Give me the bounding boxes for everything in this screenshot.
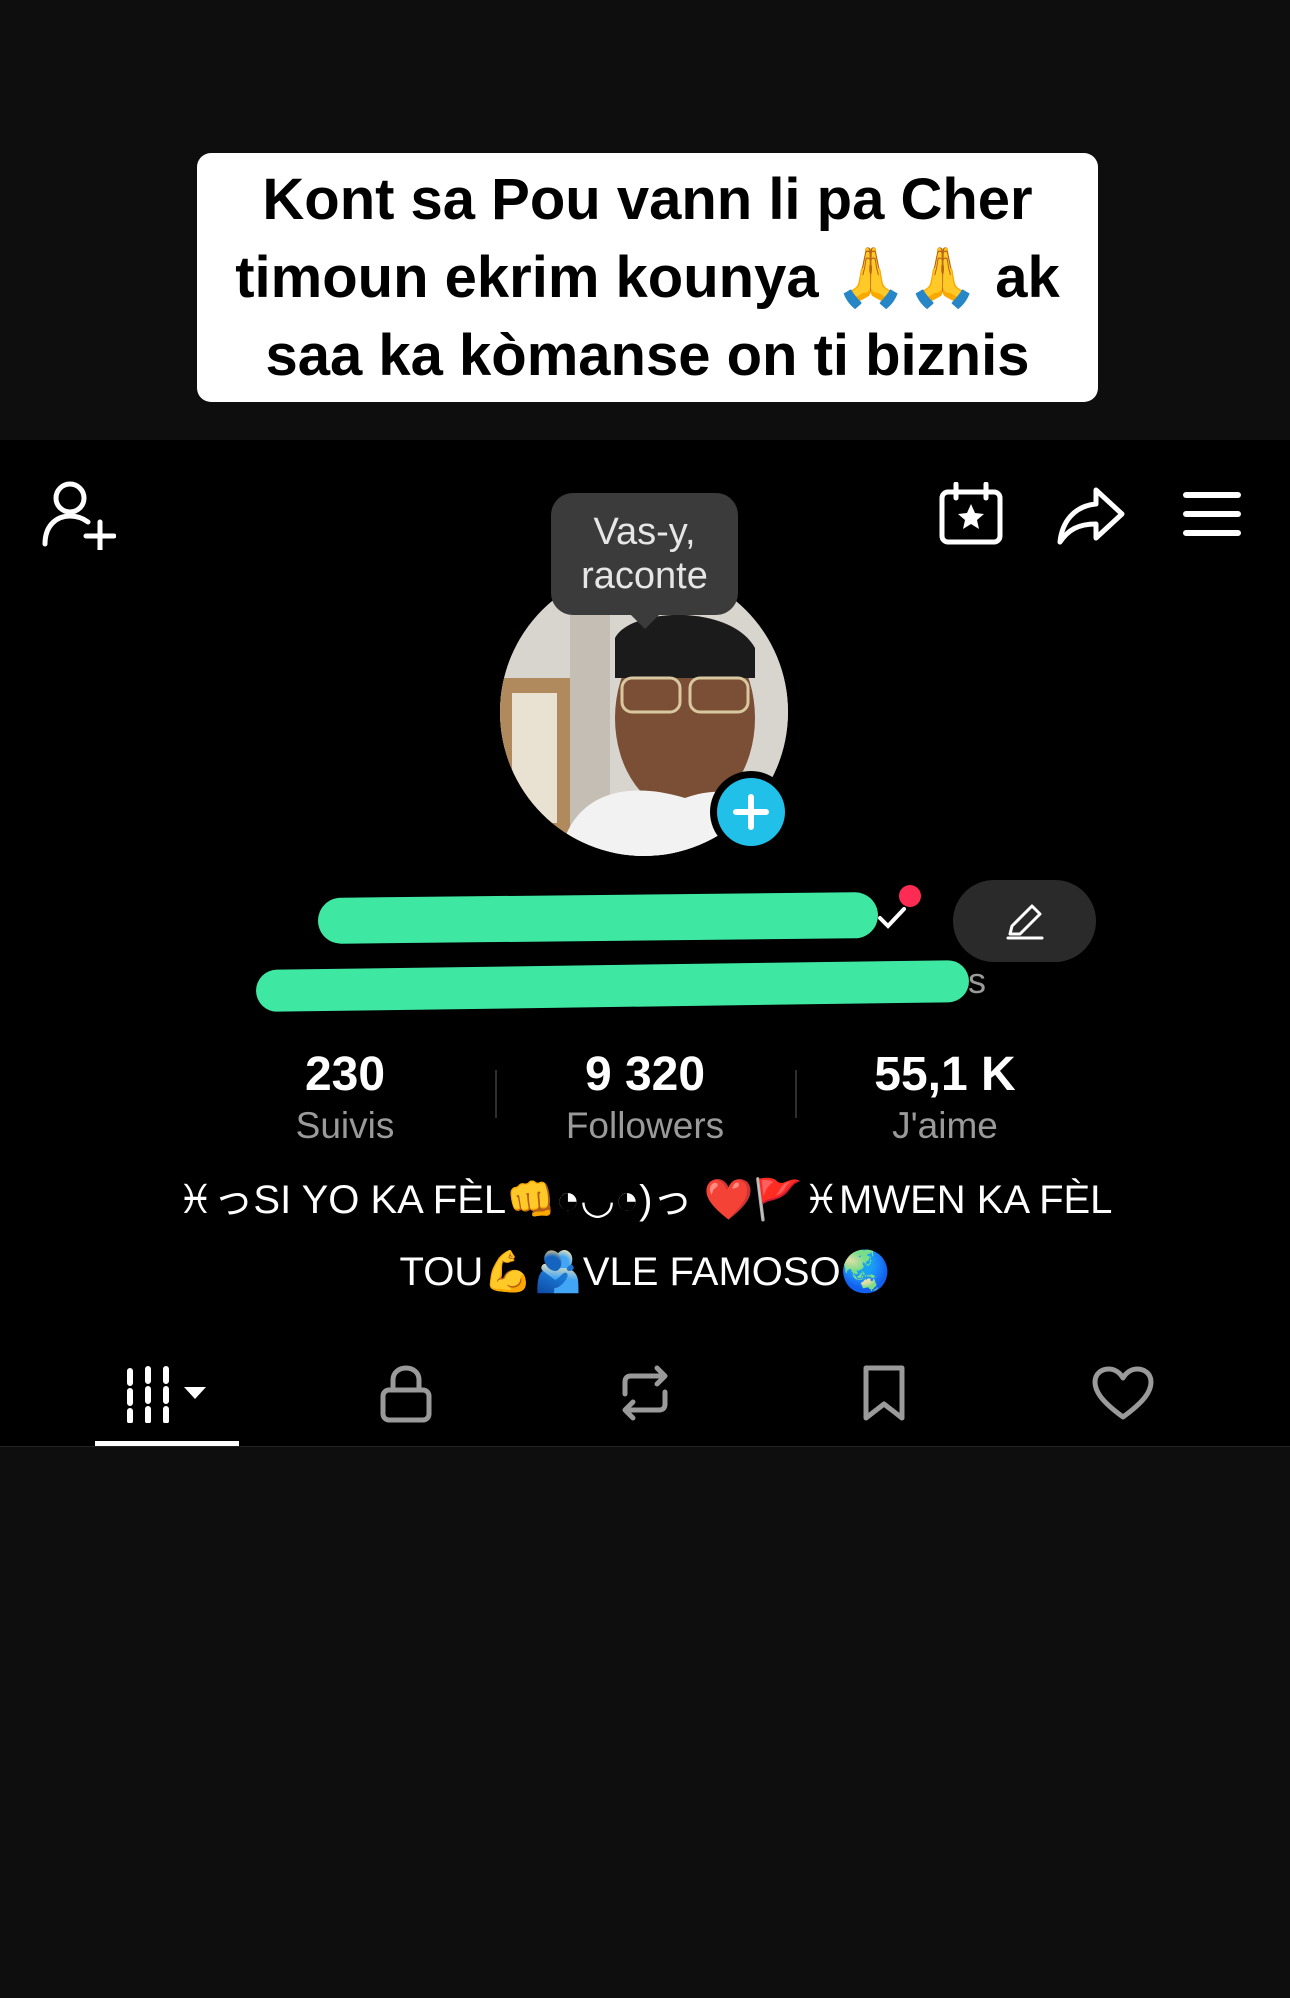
tooltip-line-1: Vas-y, <box>593 511 696 553</box>
bio-line-1: ♓っSI YO KA FÈL👊◔◡◔)っ ❤️🚩♓MWEN KA FÈL <box>177 1178 1113 1222</box>
stat-followers[interactable]: 9 320 Followers <box>495 1047 795 1149</box>
stat-value: 9 320 <box>584 1048 706 1101</box>
add-friend-button[interactable] <box>40 478 116 550</box>
share-button[interactable] <box>1056 484 1126 546</box>
edit-profile-button[interactable] <box>953 880 1096 962</box>
menu-button[interactable] <box>1183 490 1241 538</box>
caption-banner: Kont sa Pou vann li pa Cher timoun ekrim… <box>197 153 1098 402</box>
stat-likes[interactable]: 55,1 K J'aime <box>795 1047 1095 1149</box>
chevron-check-icon <box>878 907 906 929</box>
person-plus-icon <box>42 481 116 550</box>
tab-private[interactable] <box>326 1340 486 1446</box>
grid-videos-icon <box>127 1366 206 1423</box>
story-tooltip[interactable]: Vas-y, raconte <box>551 493 738 629</box>
tab-reposts[interactable] <box>565 1340 725 1446</box>
stat-following[interactable]: 230 Suivis <box>195 1047 495 1149</box>
plus-icon <box>733 794 769 830</box>
stat-label: J'aime <box>892 1105 998 1146</box>
share-arrow-icon <box>1057 487 1125 545</box>
tooltip-line-2: raconte <box>581 555 708 597</box>
tabs-divider <box>0 1446 1290 1447</box>
caption-line-3: saa ka kòmanse on ti biznis <box>265 322 1030 388</box>
stat-value: 230 <box>304 1048 386 1101</box>
caption-line-1: Kont sa Pou vann li pa Cher <box>262 166 1033 232</box>
profile-bio: ♓っSI YO KA FÈL👊◔◡◔)っ ❤️🚩♓MWEN KA FÈL TOU… <box>100 1164 1190 1308</box>
tab-saved[interactable] <box>804 1340 964 1446</box>
bio-line-2: TOU💪🫂VLE FAMOSO🌏 <box>399 1250 891 1294</box>
stat-value: 55,1 K <box>874 1048 1016 1101</box>
lock-icon <box>380 1365 432 1423</box>
stat-label: Suivis <box>295 1105 395 1146</box>
redacted-username <box>317 892 879 944</box>
tab-liked[interactable] <box>1043 1340 1203 1446</box>
add-story-button[interactable] <box>710 771 792 853</box>
notification-dot <box>899 885 921 907</box>
hamburger-menu-icon <box>1183 492 1241 536</box>
bookmark-icon <box>863 1365 905 1421</box>
calendar-button[interactable] <box>938 482 1004 546</box>
heart-icon <box>1092 1366 1154 1420</box>
profile-tabs <box>0 1340 1290 1446</box>
plus-badge <box>717 778 785 846</box>
pencil-icon <box>1006 904 1043 940</box>
calendar-star-icon <box>939 482 1003 545</box>
caption-line-2: timoun ekrim kounya 🙏🙏 ak <box>235 244 1060 310</box>
repost-icon <box>622 1365 668 1421</box>
handle-suffix: s <box>968 960 986 1001</box>
stat-label: Followers <box>565 1105 725 1146</box>
tab-videos[interactable] <box>87 1340 247 1446</box>
